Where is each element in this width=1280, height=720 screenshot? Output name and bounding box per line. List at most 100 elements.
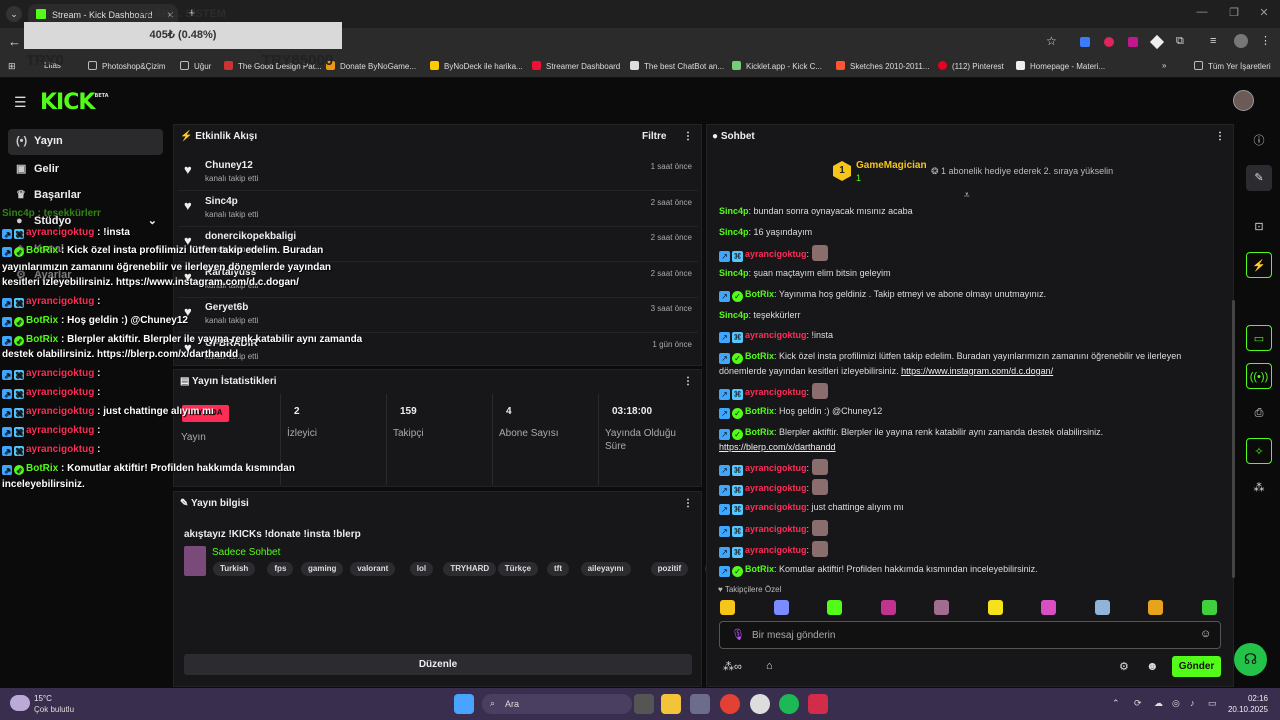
menu-icon[interactable]: ⋮ (1260, 34, 1271, 47)
more-bookmarks-icon[interactable]: » (1162, 61, 1166, 70)
chat-username[interactable]: ayrancigoktug (745, 463, 807, 473)
chat-username[interactable]: Sinc4p (719, 206, 749, 216)
file-explorer-icon[interactable] (661, 694, 681, 714)
chat-username[interactable]: BotRix (745, 406, 774, 416)
chat-username[interactable]: ayrancigoktug (745, 330, 807, 340)
microphone-icon[interactable]: 🎙 (731, 628, 745, 641)
bookmark-item[interactable]: ByNoDeck ile harika... (430, 61, 523, 71)
profile-avatar[interactable] (1234, 34, 1248, 48)
network-icon[interactable]: ◎ (1172, 698, 1180, 709)
store-app-icon[interactable] (690, 694, 710, 714)
clock-date[interactable]: 20.10.2025 (1222, 705, 1268, 714)
chat-username[interactable]: ayrancigoktug (745, 545, 807, 555)
chat-menu-icon[interactable]: ⋮ (1215, 131, 1225, 142)
extension-icon[interactable] (1128, 37, 1138, 47)
apps-grid-icon[interactable]: ⊞ (8, 61, 16, 72)
chat-username[interactable]: BotRix (745, 427, 774, 437)
chat-settings-icon[interactable]: ⚙ (1119, 660, 1129, 673)
bookmark-item[interactable]: (112) Pinterest (938, 61, 1004, 71)
emote-icon[interactable] (773, 600, 789, 615)
bookmark-item[interactable]: Homepage - Materi... (1016, 61, 1105, 71)
spotify-icon[interactable] (779, 694, 799, 714)
scroll-down-icon[interactable]: ⩡ (964, 190, 970, 201)
weather-text[interactable]: Çok bulutlu (34, 705, 74, 714)
weather-temp[interactable]: 15°C (34, 694, 52, 703)
filter-button[interactable]: Filtre (642, 131, 666, 142)
tray-chevron-icon[interactable]: ⌃ (1112, 698, 1120, 709)
windows-start-icon[interactable] (454, 694, 474, 714)
chat-link[interactable]: https://blerp.com/x/darthandd (719, 442, 836, 452)
points-icon[interactable]: ⁂∞ (723, 660, 742, 673)
apps-icon[interactable]: ⁂ (1246, 475, 1272, 501)
chat-link[interactable]: https://www.instagram.com/d.c.dogan/ (901, 366, 1053, 376)
user-avatar[interactable] (1233, 90, 1254, 111)
all-bookmarks[interactable]: Tüm Yer İşaretleri (1194, 61, 1271, 71)
close-window-icon[interactable]: ✕ (1254, 6, 1274, 19)
tag-chip[interactable]: Türkçe (497, 562, 539, 576)
chat-username[interactable]: BotRix (745, 351, 774, 361)
info-icon[interactable]: ⓘ (1246, 128, 1272, 154)
category-link[interactable]: Sadece Sohbet (212, 547, 280, 558)
tag-chip[interactable]: lol (409, 562, 434, 576)
bookmark-star-icon[interactable]: ☆ (1046, 34, 1057, 48)
tray-app-icon[interactable]: ⟳ (1134, 698, 1142, 709)
tab-list-icon[interactable]: ⌄ (6, 6, 22, 22)
activity-menu-icon[interactable]: ⋮ (683, 131, 693, 142)
emote-icon[interactable] (934, 600, 949, 615)
sidebar-item-gelir[interactable]: ▣ Gelir (8, 156, 163, 182)
bookmark-item[interactable]: Streamer Dashboard (532, 61, 620, 71)
sidebar-item-basarilar[interactable]: ♛ Başarılar (8, 182, 163, 208)
chat-username[interactable]: BotRix (745, 564, 774, 574)
chat-username[interactable]: ayrancigoktug (745, 502, 807, 512)
broadcast-icon[interactable]: ((•)) (1246, 363, 1272, 389)
extension-icon[interactable] (1104, 37, 1114, 47)
chat-username[interactable]: ayrancigoktug (745, 387, 807, 397)
tag-chip[interactable]: fps (267, 562, 294, 576)
minimize-icon[interactable]: — (1192, 6, 1212, 18)
chat-username[interactable]: ayrancigoktug (745, 483, 807, 493)
reading-list-icon[interactable]: ≡ (1210, 35, 1216, 47)
back-icon[interactable]: ← (8, 34, 21, 49)
tag-chip[interactable]: tft (547, 562, 569, 576)
task-view-icon[interactable] (634, 694, 654, 714)
edit-pencil-icon[interactable]: ✎ (1246, 165, 1272, 191)
support-icon[interactable]: ☊ (1234, 643, 1267, 676)
bookmark-item[interactable]: Sketches 2010-2011... (836, 61, 929, 71)
top-gifter-name[interactable]: GameMagician (856, 160, 927, 171)
tag-chip[interactable]: gaming (301, 562, 344, 576)
extension-icon[interactable] (1080, 37, 1090, 47)
tag-chip[interactable]: valorant (350, 562, 396, 576)
chat-username[interactable]: Sinc4p (719, 268, 749, 278)
battery-icon[interactable]: ▭ (1208, 698, 1217, 709)
tray-app-icon[interactable]: ☁ (1154, 698, 1163, 709)
print-icon[interactable]: ⎙ (1246, 400, 1272, 426)
sidebar-item-yayin[interactable]: (•) Yayın (8, 129, 163, 155)
tag-chip[interactable]: pozitif (650, 562, 689, 576)
wrench-icon[interactable]: ✧ (1246, 438, 1272, 464)
hamburger-menu-icon[interactable]: ☰ (14, 94, 27, 111)
clock-time[interactable]: 02:16 (1236, 694, 1268, 703)
stats-menu-icon[interactable]: ⋮ (683, 376, 693, 387)
emote-icon[interactable] (1201, 600, 1217, 615)
volume-icon[interactable]: ♪ (1190, 698, 1195, 708)
app-icon[interactable] (808, 694, 828, 714)
chat-scrollbar[interactable] (1232, 300, 1235, 578)
chat-icon[interactable]: ▭ (1246, 325, 1272, 351)
chat-username[interactable]: ayrancigoktug (745, 524, 807, 534)
chat-username[interactable]: Sinc4p (719, 310, 749, 320)
emote-icon[interactable] (720, 600, 735, 615)
emote-icon[interactable] (1041, 600, 1056, 615)
tag-chip[interactable]: aileyayını (580, 562, 631, 576)
capture-icon[interactable]: ⊡ (1246, 214, 1272, 240)
kick-logo[interactable]: KICKBETA (40, 90, 109, 115)
bookmark-item[interactable]: Kicklet.app - Kick C... (732, 61, 822, 71)
emoji-picker-icon[interactable]: ☺ (1200, 628, 1211, 640)
emote-icon[interactable] (987, 600, 1003, 615)
chat-emote-icon[interactable]: ☻ (1146, 659, 1159, 673)
send-button[interactable]: Gönder (1172, 656, 1221, 677)
maximize-icon[interactable]: ❐ (1224, 6, 1244, 19)
bookmark-item[interactable]: Donate ByNoGame... (326, 61, 416, 71)
lightning-icon[interactable]: ⚡ (1246, 252, 1272, 278)
extensions-puzzle-icon[interactable]: ⧉ (1176, 35, 1184, 48)
emote-icon[interactable] (827, 600, 842, 615)
